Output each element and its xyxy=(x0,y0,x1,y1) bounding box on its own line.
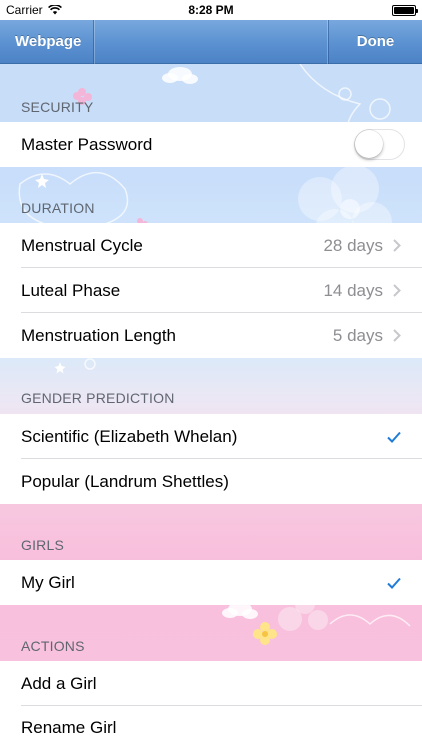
wifi-icon xyxy=(47,5,62,15)
rename-girl-row[interactable]: Rename Girl xyxy=(0,706,422,750)
my-girl-row[interactable]: My Girl xyxy=(0,560,422,605)
status-time: 8:28 PM xyxy=(188,3,234,17)
chevron-right-icon xyxy=(393,284,401,297)
menstruation-length-row[interactable]: Menstruation Length 5 days xyxy=(0,313,422,358)
checkmark-icon xyxy=(387,431,401,443)
status-bar: Carrier 8:28 PM xyxy=(0,0,422,20)
luteal-phase-value: 14 days xyxy=(323,280,383,300)
chevron-right-icon xyxy=(393,329,401,342)
battery-icon xyxy=(392,4,418,16)
luteal-phase-label: Luteal Phase xyxy=(21,280,121,300)
master-password-toggle[interactable] xyxy=(354,129,405,160)
rename-girl-label: Rename Girl xyxy=(21,718,117,737)
master-password-row: Master Password xyxy=(0,122,422,167)
menstrual-cycle-row[interactable]: Menstrual Cycle 28 days xyxy=(0,223,422,268)
checkmark-icon xyxy=(387,577,401,589)
section-header-girls: GIRLS xyxy=(21,537,65,553)
status-left: Carrier xyxy=(6,3,62,17)
luteal-phase-row[interactable]: Luteal Phase 14 days xyxy=(0,268,422,313)
toggle-knob xyxy=(355,130,383,158)
add-girl-row[interactable]: Add a Girl xyxy=(0,661,422,706)
add-girl-label: Add a Girl xyxy=(21,673,97,693)
menstrual-cycle-value: 28 days xyxy=(323,235,383,255)
chevron-right-icon xyxy=(393,239,401,252)
section-header-security: SECURITY xyxy=(21,99,94,115)
webpage-button[interactable]: Webpage xyxy=(0,19,94,64)
carrier-label: Carrier xyxy=(6,3,43,17)
my-girl-label: My Girl xyxy=(21,572,75,592)
popular-method-row[interactable]: Popular (Landrum Shettles) xyxy=(0,459,422,504)
menstruation-length-label: Menstruation Length xyxy=(21,325,176,345)
menstrual-cycle-label: Menstrual Cycle xyxy=(21,235,143,255)
master-password-label: Master Password xyxy=(21,134,153,154)
scientific-method-label: Scientific (Elizabeth Whelan) xyxy=(21,426,238,446)
popular-method-label: Popular (Landrum Shettles) xyxy=(21,471,229,491)
section-header-gender-prediction: GENDER PREDICTION xyxy=(21,390,175,406)
scientific-method-row[interactable]: Scientific (Elizabeth Whelan) xyxy=(0,414,422,459)
section-header-actions: ACTIONS xyxy=(21,638,85,654)
section-header-duration: DURATION xyxy=(21,200,95,216)
navigation-bar: Webpage Done xyxy=(0,19,422,64)
menstruation-length-value: 5 days xyxy=(332,325,383,345)
done-button[interactable]: Done xyxy=(328,19,422,64)
battery-level xyxy=(394,6,414,14)
